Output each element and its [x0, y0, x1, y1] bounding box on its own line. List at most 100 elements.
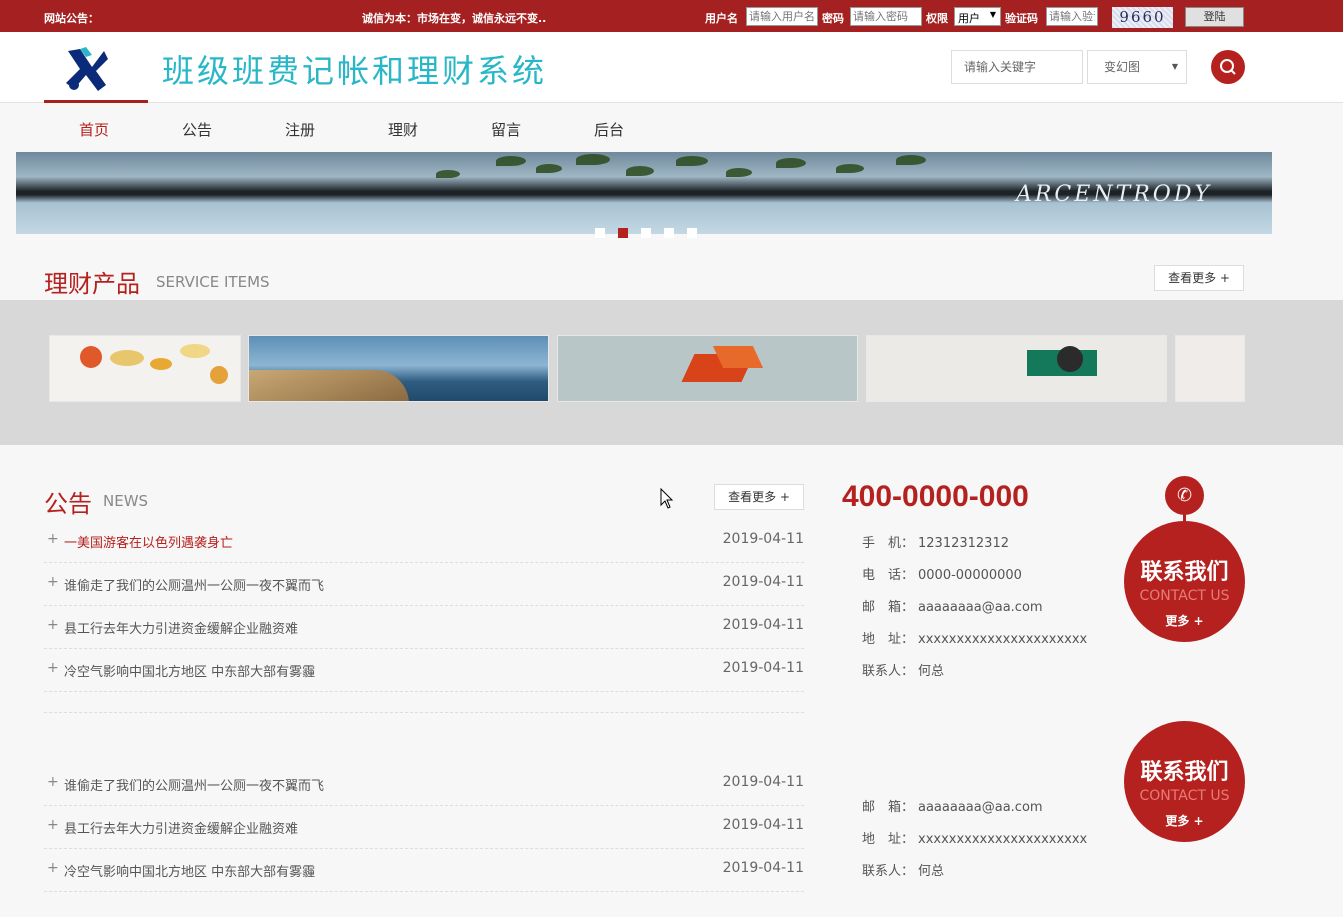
nav-notice[interactable]: 公告 [182, 119, 212, 140]
contact-badge-subtitle: CONTACT US [1139, 588, 1230, 604]
products-band [0, 300, 1343, 445]
contact-badge[interactable]: 联系我们 CONTACT US 更多 + [1124, 721, 1245, 842]
product-card[interactable] [248, 335, 549, 402]
plus-icon: + [47, 817, 59, 833]
news-row[interactable]: + 谁偷走了我们的公厕温州一公厕一夜不翼而飞 2019-04-11 [44, 563, 804, 606]
contact-address-label: 地 址： [862, 832, 915, 847]
products-subtitle: SERVICE ITEMS [156, 273, 270, 291]
contact-person-label: 联系人： [862, 664, 915, 679]
contact-badge-title: 联系我们 [1140, 759, 1229, 785]
search-button[interactable] [1211, 50, 1245, 84]
top-bar: 网站公告： 诚信为本：市场在变，诚信永远不变.. 用户名 密码 权限 用户 ▼ … [0, 0, 1343, 32]
site-header: 班级班费记帐和理财系统 请输入关键字 变幻图 ▼ [0, 32, 1343, 103]
news-row[interactable]: + 县工行去年大力引进资金缓解企业融资难 2019-04-11 [44, 606, 804, 649]
search-type-select[interactable]: 变幻图 ▼ [1087, 50, 1187, 84]
contact-badge-title: 联系我们 [1140, 559, 1229, 585]
news-item-date: 2019-04-11 [722, 774, 804, 790]
banner-leaf [436, 170, 460, 178]
news-row[interactable]: + 谁偷走了我们的公厕温州一公厕一夜不翼而飞 2019-04-11 [44, 763, 804, 806]
contact-badge[interactable]: 联系我们 CONTACT US 更多 + [1124, 521, 1245, 642]
contact-badge-subtitle: CONTACT US [1139, 788, 1230, 804]
products-title: 理财产品 [44, 270, 140, 298]
contact-email: 邮 箱： aaaaaaaa@aa.com [862, 796, 1043, 815]
banner-dot[interactable] [595, 228, 605, 238]
product-card[interactable] [557, 335, 858, 402]
news-item-date: 2019-04-11 [722, 660, 804, 676]
news-row[interactable]: + 县工行去年大力引进资金缓解企业融资难 2019-04-11 [44, 806, 804, 849]
news-item-title[interactable]: 县工行去年大力引进资金缓解企业融资难 [64, 818, 298, 837]
banner-leaf [726, 168, 752, 177]
contact-badge-more[interactable]: 更多 + [1124, 612, 1245, 629]
captcha-input[interactable] [1046, 7, 1098, 26]
contact-person: 联系人： 何总 [862, 660, 944, 679]
news-item-date: 2019-04-11 [722, 574, 804, 590]
news-row[interactable]: + 冷空气影响中国北方地区 中东部大部有雾霾 2019-04-11 [44, 849, 804, 892]
search-type-value: 变幻图 [1104, 60, 1141, 74]
banner-dot[interactable] [687, 228, 697, 238]
site-title: 班级班费记帐和理财系统 [162, 52, 548, 90]
banner-leaf [836, 164, 864, 173]
nav-admin[interactable]: 后台 [594, 119, 624, 140]
password-input[interactable] [850, 7, 922, 26]
news-more-button[interactable]: 查看更多 + [714, 484, 804, 510]
banner-sign: ARCENTRODY [1015, 182, 1212, 207]
banner-slider[interactable]: ARCENTRODY [16, 152, 1272, 234]
notice-label: 网站公告： [44, 12, 99, 25]
news-item-date: 2019-04-11 [722, 531, 804, 547]
banner-leaf [496, 156, 526, 166]
chevron-down-icon: ▼ [989, 10, 996, 19]
product-card[interactable] [1175, 335, 1245, 402]
contact-email-label: 邮 箱： [862, 800, 915, 815]
nav-finance[interactable]: 理财 [388, 119, 418, 140]
nav-home[interactable]: 首页 [79, 119, 109, 140]
chevron-down-icon: ▼ [1171, 62, 1178, 71]
site-logo-icon[interactable] [62, 45, 110, 93]
contact-address: 地 址： xxxxxxxxxxxxxxxxxxxxxx [862, 628, 1087, 647]
contact-mobile-label: 手 机： [862, 536, 915, 551]
news-item-title[interactable]: 一美国游客在以色列遇袭身亡 [64, 532, 233, 551]
contact-address: 地 址： xxxxxxxxxxxxxxxxxxxxxx [862, 828, 1087, 847]
news-item-title[interactable]: 冷空气影响中国北方地区 中东部大部有雾霾 [64, 861, 315, 880]
banner-leaf [776, 158, 806, 168]
contact-mobile-value: 12312312312 [918, 536, 1009, 551]
search-icon [1220, 59, 1236, 75]
news-item-title[interactable]: 冷空气影响中国北方地区 中东部大部有雾霾 [64, 661, 315, 680]
banner-leaf [536, 164, 562, 173]
banner-dot[interactable] [641, 228, 651, 238]
banner-dot[interactable] [664, 228, 674, 238]
contact-badge-more[interactable]: 更多 + [1124, 812, 1245, 829]
contact-address-value: xxxxxxxxxxxxxxxxxxxxxx [918, 832, 1088, 847]
products-more-button[interactable]: 查看更多 + [1154, 265, 1244, 291]
role-select[interactable]: 用户 ▼ [954, 7, 1001, 26]
logo-underline [44, 100, 148, 103]
plus-icon: + [47, 860, 59, 876]
news-divider [44, 692, 804, 713]
news-title: 公告 [44, 490, 92, 518]
banner-dot-active[interactable] [618, 228, 628, 238]
news-subtitle: NEWS [103, 492, 149, 510]
news-item-title[interactable]: 谁偷走了我们的公厕温州一公厕一夜不翼而飞 [64, 775, 324, 794]
nav-message[interactable]: 留言 [491, 119, 521, 140]
contact-person-value: 何总 [918, 864, 945, 879]
username-input[interactable] [746, 7, 818, 26]
search-input[interactable]: 请输入关键字 [951, 50, 1083, 84]
news-row[interactable]: + 冷空气影响中国北方地区 中东部大部有雾霾 2019-04-11 [44, 649, 804, 692]
banner-leaf [576, 154, 610, 165]
product-card[interactable] [866, 335, 1167, 402]
mouse-cursor-icon [660, 488, 674, 509]
news-row[interactable]: + 一美国游客在以色列遇袭身亡 2019-04-11 [44, 520, 804, 563]
contact-tel-value: 0000-00000000 [918, 568, 1022, 583]
contact-tel-label: 电 话： [862, 568, 915, 583]
product-card[interactable] [49, 335, 241, 402]
login-button[interactable]: 登陆 [1185, 7, 1244, 27]
plus-icon: + [47, 617, 59, 633]
notice-text: 诚信为本：市场在变，诚信永远不变.. [362, 12, 547, 25]
contact-address-value: xxxxxxxxxxxxxxxxxxxxxx [918, 632, 1088, 647]
banner-leaf [896, 155, 926, 165]
news-item-title[interactable]: 县工行去年大力引进资金缓解企业融资难 [64, 618, 298, 637]
password-label: 密码 [822, 12, 844, 25]
news-item-title[interactable]: 谁偷走了我们的公厕温州一公厕一夜不翼而飞 [64, 575, 324, 594]
contact-email-value: aaaaaaaa@aa.com [918, 600, 1043, 615]
nav-register[interactable]: 注册 [285, 119, 315, 140]
captcha-image[interactable]: 9660 [1112, 7, 1173, 28]
